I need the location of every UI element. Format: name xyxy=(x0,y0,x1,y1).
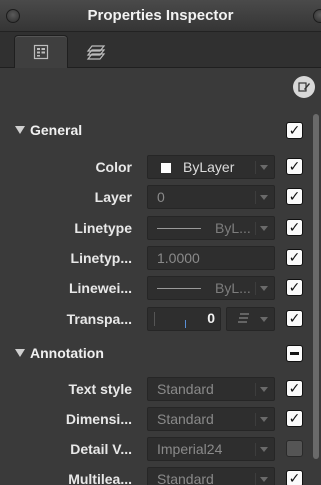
detail-view-dropdown[interactable]: Imperial24 xyxy=(147,437,275,461)
section-general-label: General xyxy=(30,122,83,138)
chevron-down-icon xyxy=(260,317,268,322)
property-row-text-style: Text style Standard ✓ xyxy=(0,374,310,404)
disclosure-triangle-icon[interactable] xyxy=(15,349,25,357)
line-sample xyxy=(157,228,201,229)
slider-track-mark xyxy=(154,312,155,326)
multileader-checkbox[interactable]: ✓ xyxy=(286,470,303,485)
chevron-down-icon xyxy=(260,226,268,231)
section-general-checkbox[interactable]: ✓ xyxy=(286,122,303,139)
properties-list-icon xyxy=(33,44,49,60)
detail-view-checkbox[interactable] xyxy=(286,440,303,457)
property-row-transparency: Transpa... 0 ✓ xyxy=(0,304,310,334)
dropdown-separator xyxy=(255,473,256,485)
layer-checkbox[interactable]: ✓ xyxy=(286,188,303,205)
slider-indicator xyxy=(185,320,186,328)
linetype-value: ByL... xyxy=(215,220,251,236)
text-style-dropdown[interactable]: Standard xyxy=(147,377,275,401)
linetype-checkbox[interactable]: ✓ xyxy=(286,219,303,236)
lineweight-dropdown[interactable]: ByL... xyxy=(147,276,275,300)
dropdown-separator xyxy=(255,383,256,396)
text-style-checkbox[interactable]: ✓ xyxy=(286,380,303,397)
chevron-down-icon xyxy=(260,417,268,422)
linetype-label: Linetype xyxy=(74,220,132,236)
transparency-checkbox[interactable]: ✓ xyxy=(286,310,303,327)
property-row-linetype-scale: Linetyp... 1.0000 ✓ xyxy=(0,243,310,273)
scrollbar-thumb[interactable] xyxy=(313,114,319,459)
linetype-scale-input[interactable]: 1.0000 xyxy=(147,246,275,270)
layer-dropdown[interactable]: 0 xyxy=(147,185,275,209)
chevron-down-icon xyxy=(260,195,268,200)
section-general[interactable]: General ✓ xyxy=(0,116,310,146)
linetype-scale-value: 1.0000 xyxy=(157,250,200,266)
dropdown-separator xyxy=(255,282,256,295)
text-style-label: Text style xyxy=(68,381,132,397)
section-annotation-label: Annotation xyxy=(30,345,104,361)
property-row-detail-view: Detail V... Imperial24 xyxy=(0,434,310,464)
multileader-dropdown[interactable]: Standard xyxy=(147,467,275,485)
section-annotation[interactable]: Annotation xyxy=(0,339,310,369)
transparency-value: 0 xyxy=(207,310,215,326)
chevron-down-icon xyxy=(260,165,268,170)
tab-properties[interactable] xyxy=(14,35,68,68)
lineweight-value: ByL... xyxy=(215,280,251,296)
scrollbar[interactable] xyxy=(311,100,321,485)
properties-inspector-panel: Properties Inspector General ✓ Color ByL… xyxy=(0,0,321,485)
layer-value: 0 xyxy=(157,189,165,205)
dimension-value: Standard xyxy=(157,411,214,427)
property-row-linetype: Linetype ByL... ✓ xyxy=(0,213,310,243)
dropdown-separator xyxy=(255,222,256,235)
tab-bar xyxy=(0,32,321,68)
dimension-checkbox[interactable]: ✓ xyxy=(286,410,303,427)
property-row-color: Color ByLayer ✓ xyxy=(0,152,310,182)
dimension-label: Dimensi... xyxy=(65,411,132,427)
property-row-layer: Layer 0 ✓ xyxy=(0,182,310,212)
transparency-label: Transpa... xyxy=(66,311,132,327)
inspector-toolstrip xyxy=(0,68,321,100)
chevron-down-icon xyxy=(260,286,268,291)
color-dropdown[interactable]: ByLayer xyxy=(147,155,275,179)
detail-view-value: Imperial24 xyxy=(157,441,223,457)
layers-icon xyxy=(86,44,106,60)
color-label: Color xyxy=(95,159,132,175)
tab-layers[interactable] xyxy=(70,35,124,68)
chevron-down-icon xyxy=(260,447,268,452)
line-sample xyxy=(157,288,201,289)
disclosure-triangle-icon[interactable] xyxy=(15,126,25,134)
dimension-dropdown[interactable]: Standard xyxy=(147,407,275,431)
color-checkbox[interactable]: ✓ xyxy=(286,158,303,175)
detail-view-label: Detail V... xyxy=(70,441,132,457)
linetype-scale-checkbox[interactable]: ✓ xyxy=(286,249,303,266)
window-title: Properties Inspector xyxy=(87,7,234,24)
hatch-pattern-glyph xyxy=(238,313,249,323)
text-style-value: Standard xyxy=(157,381,214,397)
edit-pencil-glyph xyxy=(298,82,310,92)
dropdown-separator xyxy=(255,191,256,204)
chevron-down-icon xyxy=(260,477,268,482)
transparency-pattern-dropdown[interactable] xyxy=(226,307,275,331)
section-annotation-checkbox[interactable] xyxy=(286,345,303,362)
layer-label: Layer xyxy=(94,189,132,205)
lineweight-label: Linewei... xyxy=(68,280,132,296)
collapse-window-button[interactable] xyxy=(313,9,321,23)
chevron-down-icon xyxy=(260,387,268,392)
multileader-label: Multilea... xyxy=(68,471,132,485)
dropdown-separator xyxy=(255,161,256,174)
color-value: ByLayer xyxy=(183,159,235,175)
title-bar: Properties Inspector xyxy=(0,0,321,32)
color-swatch xyxy=(161,163,171,173)
property-row-lineweight: Linewei... ByL... ✓ xyxy=(0,273,310,303)
property-row-multileader: Multilea... Standard ✓ xyxy=(0,464,310,485)
edit-pencil-icon[interactable] xyxy=(293,76,315,98)
lineweight-checkbox[interactable]: ✓ xyxy=(286,279,303,296)
transparency-input[interactable]: 0 xyxy=(147,307,221,331)
dropdown-separator xyxy=(255,413,256,426)
linetype-dropdown[interactable]: ByL... xyxy=(147,216,275,240)
hatch-pattern-icon xyxy=(237,312,251,327)
multileader-value: Standard xyxy=(157,471,214,485)
linetype-scale-label: Linetyp... xyxy=(70,250,132,266)
property-row-dimension: Dimensi... Standard ✓ xyxy=(0,404,310,434)
dropdown-separator xyxy=(255,443,256,456)
